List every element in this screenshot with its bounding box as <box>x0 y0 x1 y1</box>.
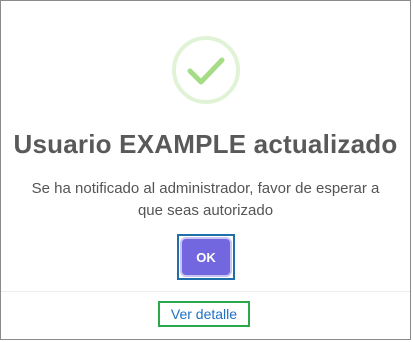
ok-button[interactable]: OK <box>182 239 230 275</box>
view-detail-link[interactable]: Ver detalle <box>158 301 250 327</box>
footer-divider <box>1 291 410 292</box>
alert-dialog: Usuario EXAMPLE actualizado Se ha notifi… <box>0 0 411 340</box>
dialog-message: Se ha notificado al administrador, favor… <box>31 180 380 219</box>
success-check-icon <box>172 36 240 104</box>
dialog-title: Usuario EXAMPLE actualizado <box>13 129 398 159</box>
